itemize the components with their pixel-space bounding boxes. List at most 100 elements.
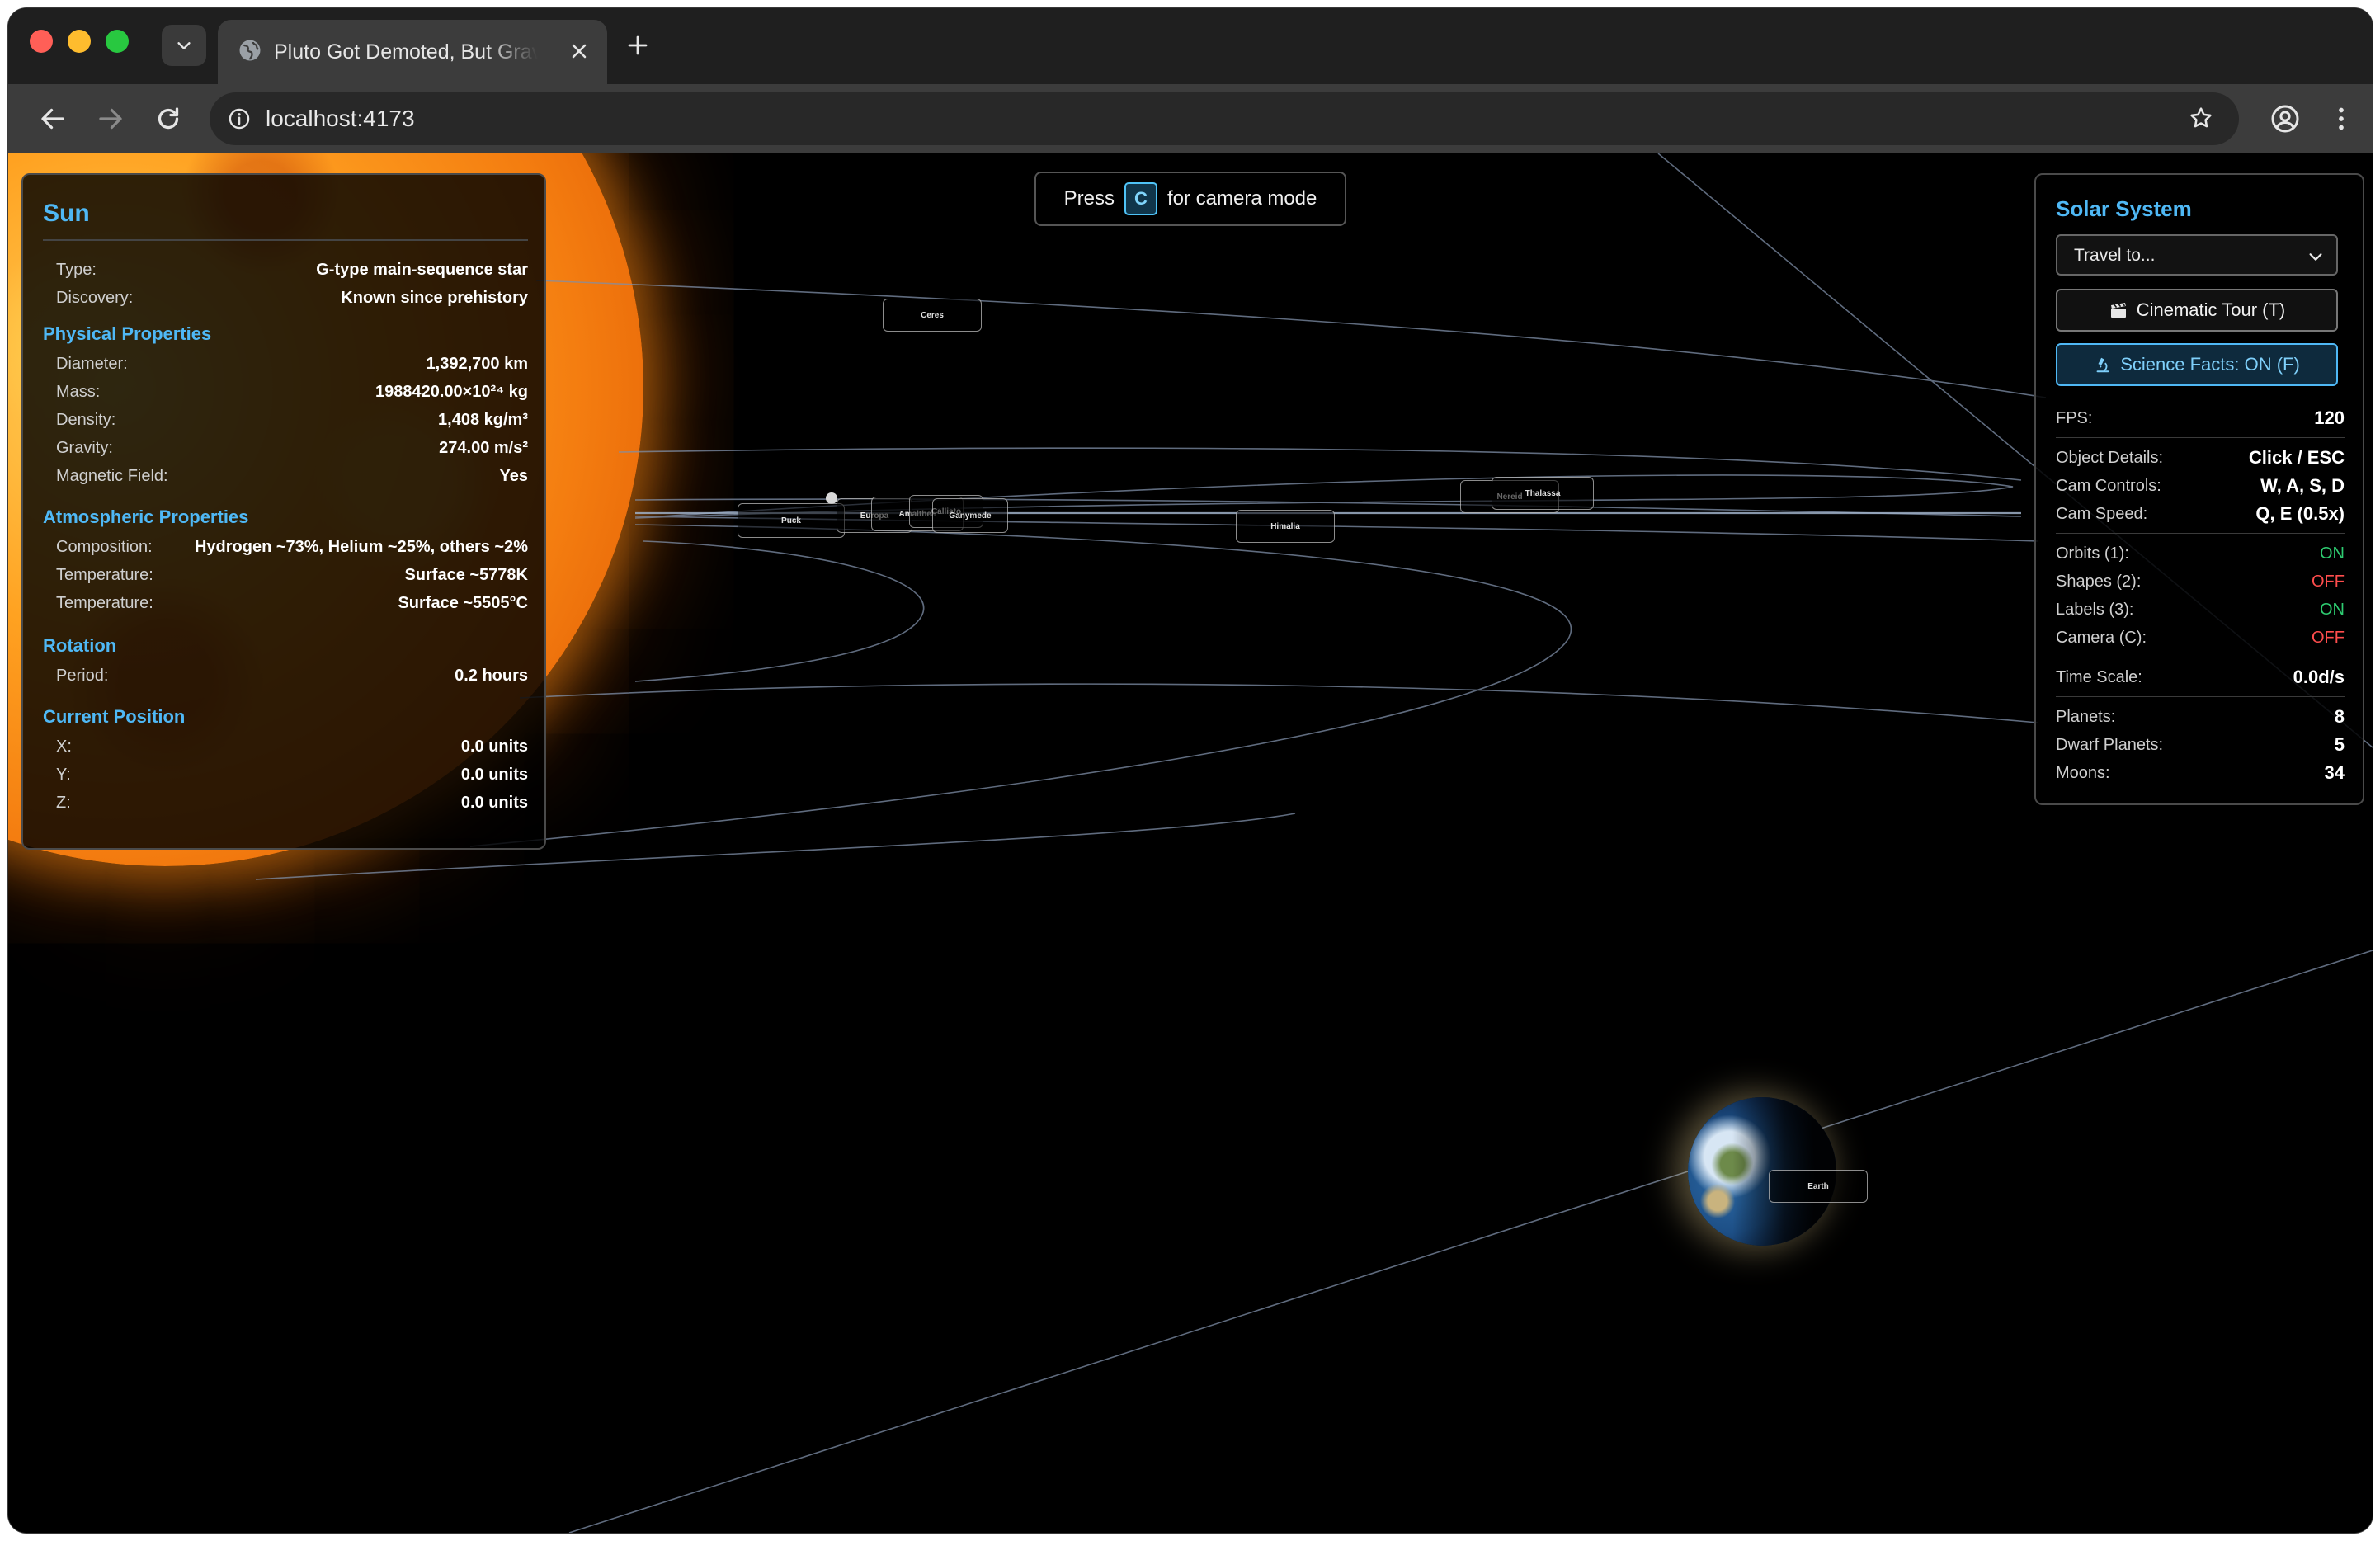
label-puck[interactable]: Puck [738,503,845,538]
shapes-toggle-row[interactable]: Shapes (2): OFF [2056,569,2345,594]
y-label: Y: [56,766,71,784]
hint-press-text: Press [1063,187,1115,210]
info-row-period: Period: 0.2 hours [56,663,528,688]
control-divider [2056,533,2345,534]
magnetic-label: Magnetic Field: [56,467,168,485]
label-earth[interactable]: Earth [1769,1170,1868,1203]
back-arrow-icon[interactable] [38,104,68,134]
info-row-magnetic-field: Magnetic Field: Yes [56,464,528,488]
time-scale-label: Time Scale: [2056,668,2142,686]
info-row-z: Z: 0.0 units [56,790,528,815]
close-icon[interactable] [568,40,591,63]
label-ganymede[interactable]: Ganymede [932,498,1008,533]
chevron-down-icon [2309,253,2322,261]
tab-bar: Pluto Got Demoted, But Gravity Still Rul… [8,8,2373,84]
period-label: Period: [56,667,109,685]
solar-system-canvas[interactable]: Ceres Puck Europa Amalthea Callisto Gany… [8,153,2373,1533]
science-facts-toggle[interactable]: Science Facts: ON (F) [2056,343,2338,386]
object-details-label: Object Details: [2056,449,2164,467]
reload-icon[interactable] [153,104,183,134]
camera-mode-hint: Press C for camera mode [1034,172,1346,226]
dwarf-planets-label: Dwarf Planets: [2056,736,2164,754]
fps-value: 120 [2314,408,2345,428]
planets-count-row: Planets: 8 [2056,705,2345,729]
label-thalassa[interactable]: Thalassa [1492,477,1594,510]
camera-status: OFF [2312,629,2345,647]
moons-count: 34 [2324,762,2345,783]
object-info-panel: Sun Type: G-type main-sequence star Disco… [21,173,546,850]
labels-toggle-row[interactable]: Labels (3): ON [2056,597,2345,622]
shapes-status: OFF [2312,573,2345,591]
temperature-k-value: Surface ~5778K [404,566,528,584]
mass-label: Mass: [56,383,101,401]
label-himalia[interactable]: Himalia [1236,510,1335,543]
forward-arrow-icon[interactable] [96,104,125,134]
info-divider [43,239,528,241]
x-label: X: [56,738,72,756]
travel-to-select[interactable]: Travel to... [2056,234,2338,276]
discovery-label: Discovery: [56,289,134,307]
composition-value: Hydrogen ~73%, Helium ~25%, others ~2% [194,538,528,556]
time-scale-value: 0.0d/s [2293,667,2345,687]
info-row-y: Y: 0.0 units [56,762,528,787]
info-row-composition: Composition: Hydrogen ~73%, Helium ~25%, … [56,535,528,559]
minimize-window-button[interactable] [68,30,91,53]
object-details-value: Click / ESC [2248,447,2345,468]
travel-to-value: Travel to... [2074,246,2156,265]
tab-active[interactable]: Pluto Got Demoted, But Gravity Still Rul… [218,20,607,84]
new-tab-plus-icon[interactable] [625,33,650,58]
info-row-discovery: Discovery: Known since prehistory [56,285,528,310]
fps-label: FPS: [2056,409,2093,427]
cinematic-tour-button[interactable]: Cinematic Tour (T) [2056,289,2338,332]
density-value: 1,408 kg/m³ [438,411,528,429]
maximize-window-button[interactable] [106,30,129,53]
control-divider [2056,437,2345,438]
close-window-button[interactable] [30,30,53,53]
gravity-value: 274.00 m/s² [439,439,528,457]
cam-controls-row: Cam Controls: W, A, S, D [2056,474,2345,498]
x-value: 0.0 units [460,738,528,756]
info-row-type: Type: G-type main-sequence star [56,257,528,282]
control-panel-title: Solar System [2056,196,2192,221]
tab-title: Pluto Got Demoted, But Gravity Still Rul… [274,40,538,64]
microscope-icon [2096,357,2109,373]
cam-speed-value: Q, E (0.5x) [2255,503,2345,524]
bookmark-star-icon[interactable] [2188,105,2214,131]
planets-label: Planets: [2056,708,2116,726]
address-bar: localhost:4173 [8,84,2373,153]
camera-key-badge: C [1124,182,1157,215]
cam-speed-label: Cam Speed: [2056,505,2148,523]
magnetic-value: Yes [499,467,528,485]
orbits-toggle-row[interactable]: Orbits (1): ON [2056,541,2345,566]
type-label: Type: [56,261,97,279]
labels-status: ON [2320,601,2345,619]
composition-label: Composition: [56,538,153,556]
z-value: 0.0 units [460,794,528,812]
mass-value: 1988420.00×10²⁴ kg [375,383,528,401]
object-title: Sun [43,200,90,227]
browser-window: Pluto Got Demoted, But Gravity Still Rul… [8,8,2373,1533]
info-row-mass: Mass: 1988420.00×10²⁴ kg [56,379,528,404]
camera-toggle-row[interactable]: Camera (C): OFF [2056,625,2345,650]
dwarf-planets-count-row: Dwarf Planets: 5 [2056,733,2345,757]
gravity-label: Gravity: [56,439,113,457]
info-row-density: Density: 1,408 kg/m³ [56,408,528,432]
clapperboard-icon [2110,303,2126,318]
orbits-label: Orbits (1): [2056,544,2129,563]
control-divider [2056,696,2345,697]
rotation-heading: Rotation [43,635,117,656]
moons-label: Moons: [2056,764,2110,782]
url-bar[interactable]: localhost:4173 [210,92,2239,145]
cam-controls-label: Cam Controls: [2056,477,2161,495]
dwarf-planets-count: 5 [2334,734,2345,755]
site-info-icon[interactable] [228,107,251,130]
label-ceres[interactable]: Ceres [883,299,982,332]
density-label: Density: [56,411,116,429]
object-details-row: Object Details: Click / ESC [2056,445,2345,470]
url-text: localhost:4173 [266,106,415,131]
kebab-menu-icon[interactable] [2326,104,2356,134]
orbits-status: ON [2320,544,2345,563]
profile-icon[interactable] [2270,104,2300,134]
tab-search-button[interactable] [162,25,206,66]
type-value: G-type main-sequence star [316,261,528,279]
